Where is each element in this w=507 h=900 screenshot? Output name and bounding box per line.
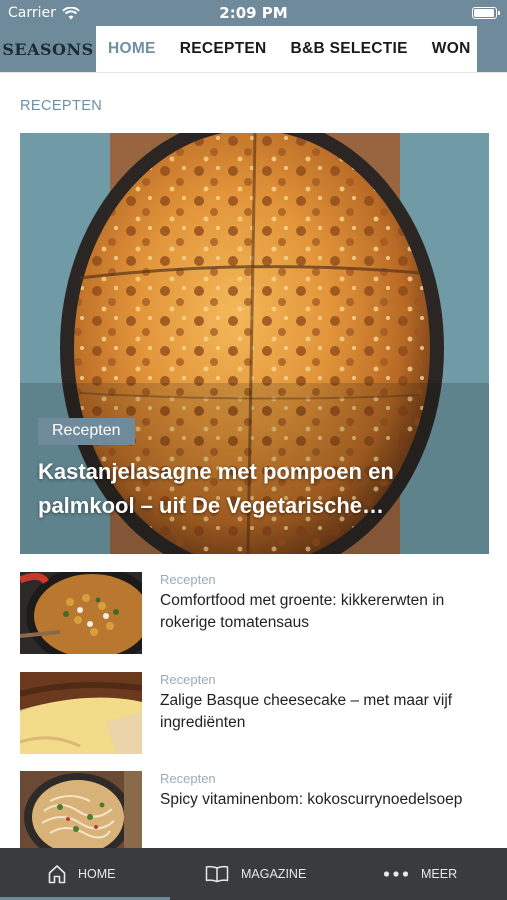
book-icon (205, 865, 229, 883)
tab-bb-selectie[interactable]: B&B SELECTIE (279, 40, 420, 58)
nav-scroll-edge (477, 26, 507, 72)
article-item[interactable]: Recepten Spicy vitaminenbom: kokoscurryn… (20, 771, 489, 853)
featured-article[interactable]: Recepten Kastanjelasagne met pompoen en … (20, 133, 489, 554)
brand-logo: SEASONS (2, 39, 94, 59)
article-thumbnail (20, 672, 142, 754)
article-category: Recepten (160, 771, 216, 786)
article-title: Comfortfood met groente: kikkererwten in… (160, 592, 445, 631)
tabbar-home-label: HOME (78, 867, 116, 881)
article-category: Recepten (160, 672, 216, 687)
article-title: Spicy vitaminenbom: kokoscurrynoedelsoep (160, 791, 463, 808)
article-thumbnail (20, 572, 142, 654)
clock: 2:09 PM (219, 4, 288, 22)
logo-button[interactable]: SEASONS (0, 26, 96, 72)
tabbar-home[interactable]: HOME (0, 848, 170, 900)
article-title: Zalige Basque cheesecake – met maar vijf… (160, 692, 453, 731)
article-meta: Recepten Spicy vitaminenbom: kokoscurryn… (160, 771, 489, 811)
section-title: RECEPTEN (20, 98, 103, 114)
home-icon (48, 865, 66, 884)
hero-category-badge: Recepten (38, 418, 135, 445)
article-meta: Recepten Zalige Basque cheesecake – met … (160, 672, 489, 734)
battery-icon (472, 7, 500, 19)
article-item[interactable]: Recepten Zalige Basque cheesecake – met … (20, 672, 489, 754)
article-meta: Recepten Comfortfood met groente: kikker… (160, 572, 489, 634)
article-thumbnail (20, 771, 142, 853)
more-icon (383, 871, 409, 877)
nav-divider (0, 72, 507, 73)
tab-home[interactable]: HOME (96, 40, 168, 58)
top-navigation: SEASONS HOME RECEPTEN B&B SELECTIE WONEN (0, 26, 507, 72)
tab-recepten[interactable]: RECEPTEN (168, 40, 279, 58)
tabbar-magazine[interactable]: MAGAZINE (205, 848, 345, 900)
hero-title: Kastanjelasagne met pompoen en palmkool … (38, 459, 394, 518)
tabbar-magazine-label: MAGAZINE (241, 867, 307, 881)
article-item[interactable]: Recepten Comfortfood met groente: kikker… (20, 572, 489, 654)
status-bar: Carrier 2:09 PM (0, 0, 507, 26)
nav-tabs: HOME RECEPTEN B&B SELECTIE WONEN (96, 26, 507, 72)
article-category: Recepten (160, 572, 216, 587)
tabbar-meer[interactable]: MEER (383, 848, 493, 900)
bottom-tab-bar: HOME MAGAZINE MEER (0, 848, 507, 900)
tabbar-meer-label: MEER (421, 867, 458, 881)
